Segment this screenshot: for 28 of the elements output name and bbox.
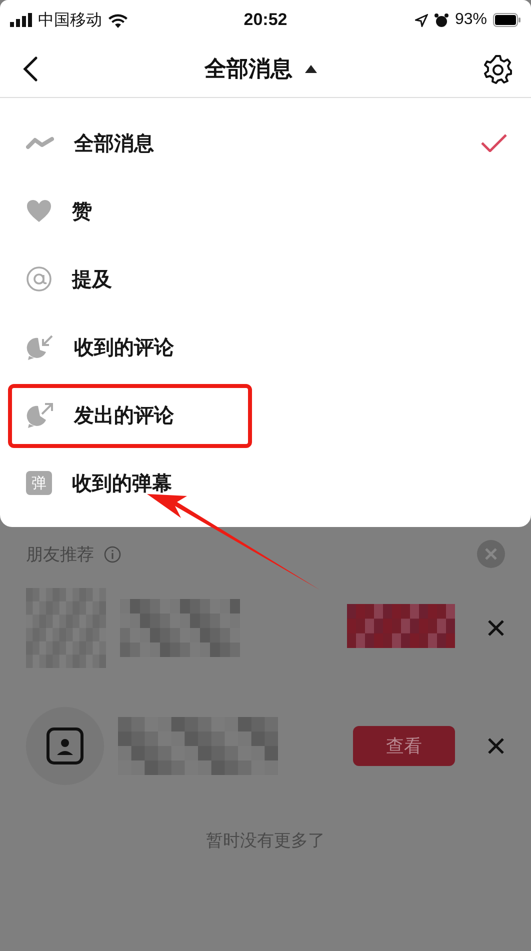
battery-percent: 93% — [454, 11, 488, 29]
section-title: 朋友推荐 — [26, 544, 94, 566]
contact-card-icon — [46, 727, 84, 765]
wifi-icon — [108, 12, 128, 28]
menu-item[interactable]: 收到的评论 — [0, 313, 531, 381]
page-title[interactable]: 全部消息 — [204, 54, 292, 84]
settings-icon[interactable] — [483, 54, 513, 84]
at-sign-icon — [26, 266, 52, 292]
danmaku-icon: 弹 — [26, 471, 52, 495]
comment-outgoing-icon — [26, 402, 54, 428]
close-icon[interactable] — [487, 737, 505, 755]
menu-item[interactable]: 发出的评论 — [0, 381, 531, 449]
menu-item[interactable]: 赞 — [0, 177, 531, 245]
heart-icon — [26, 199, 52, 223]
battery-icon — [493, 13, 522, 27]
comment-incoming-icon — [26, 334, 54, 360]
wave-icon — [26, 135, 54, 151]
back-icon[interactable] — [22, 56, 38, 82]
close-icon[interactable] — [487, 619, 505, 637]
carrier-name: 中国移动 — [38, 10, 102, 30]
clock-time: 20:52 — [244, 10, 288, 30]
location-arrow-icon — [414, 14, 428, 26]
menu-item[interactable]: 全部消息 — [0, 109, 531, 177]
alarm-clock-icon — [434, 12, 449, 28]
signal-icon — [10, 13, 32, 27]
caret-icon[interactable] — [304, 64, 316, 72]
menu-item[interactable]: 提及 — [0, 245, 531, 313]
menu-item[interactable]: 弹 收到的弹幕 — [0, 449, 531, 517]
